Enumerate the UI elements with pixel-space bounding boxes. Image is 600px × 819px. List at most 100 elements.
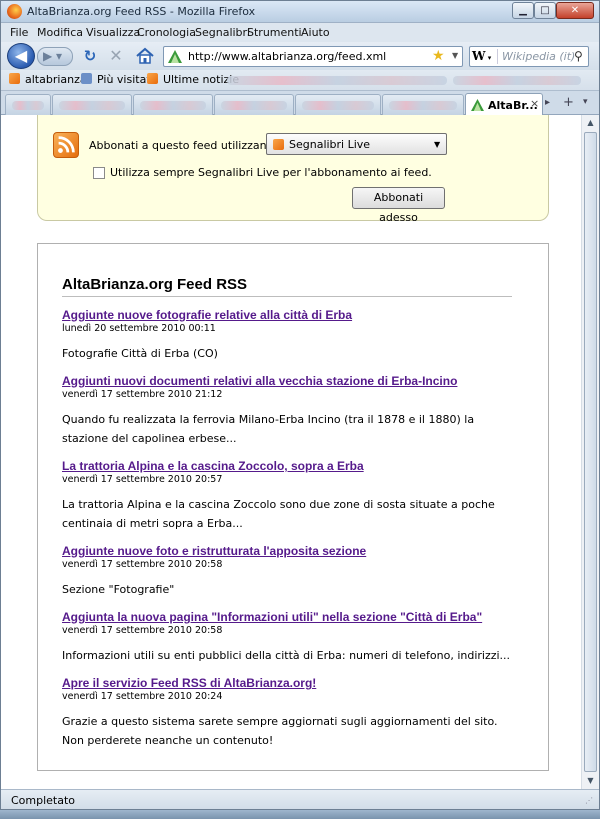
feed-entry: Aggiunte nuove foto e ristrutturata l'ap… bbox=[62, 544, 512, 599]
tab-blurred[interactable] bbox=[295, 94, 381, 115]
close-button[interactable]: ✕ bbox=[556, 2, 594, 19]
reload-button[interactable]: ↻ bbox=[81, 47, 99, 65]
entry-summary: Informazioni utili su enti pubblici dell… bbox=[62, 649, 511, 662]
scroll-up-icon[interactable]: ▲ bbox=[582, 115, 599, 131]
subscribe-panel: Abbonati a questo feed utilizzando Segna… bbox=[37, 115, 549, 224]
entry-date: venerdì 17 settembre 2010 21:12 bbox=[62, 389, 223, 400]
blurred-tab-label bbox=[221, 101, 287, 110]
feed-entry: Aggiunta la nuova pagina "Informazioni u… bbox=[62, 610, 512, 665]
always-use-checkbox[interactable] bbox=[93, 167, 105, 179]
tab-bar: AltaBr... × ▸ + ▾ bbox=[1, 91, 599, 116]
entry-title-link[interactable]: Aggiunte nuove fotografie relative alla … bbox=[62, 308, 512, 322]
status-text: Completato bbox=[11, 794, 76, 807]
bookmark-star-icon[interactable]: ★ bbox=[432, 48, 445, 64]
subscribe-method-value: Segnalibri Live bbox=[289, 138, 371, 151]
feed-entry: Apre il servizio Feed RSS di AltaBrianza… bbox=[62, 676, 512, 750]
menu-cronologia[interactable]: Cronologia bbox=[137, 26, 196, 39]
tab-blurred[interactable] bbox=[52, 94, 132, 115]
menu-aiuto[interactable]: Aiuto bbox=[301, 26, 330, 39]
maximize-icon: □ bbox=[540, 5, 550, 16]
menu-modifica[interactable]: Modifica bbox=[37, 26, 83, 39]
entry-title-link[interactable]: Aggiunte nuove foto e ristrutturata l'ap… bbox=[62, 544, 512, 558]
feed-entries: Aggiunte nuove fotografie relative alla … bbox=[62, 308, 512, 761]
menu-segnalibri[interactable]: Segnalibri bbox=[195, 26, 250, 39]
browser-window: AltaBrianza.org Feed RSS - Mozilla Firef… bbox=[0, 0, 600, 810]
blurred-bookmarks bbox=[227, 76, 447, 85]
tab-blurred[interactable] bbox=[5, 94, 51, 115]
entry-date: venerdì 17 settembre 2010 20:58 bbox=[62, 625, 223, 636]
subscribe-now-button[interactable]: Abbonati adesso bbox=[352, 187, 445, 224]
subscribe-method-select[interactable]: Segnalibri Live ▼ bbox=[266, 133, 447, 155]
tab-list-icon[interactable]: ▾ bbox=[583, 97, 588, 107]
status-bar: Completato ⋰ bbox=[1, 789, 599, 809]
feed-title: AltaBrianza.org Feed RSS bbox=[62, 276, 248, 293]
navigation-toolbar: ◀ ▶ ▾ ↻ ✕ http://www.altabrianza.org/fee… bbox=[1, 42, 599, 70]
stop-button[interactable]: ✕ bbox=[107, 47, 125, 65]
menu-file[interactable]: File bbox=[10, 26, 28, 39]
entry-date: venerdì 17 settembre 2010 20:58 bbox=[62, 559, 223, 570]
blurred-tab-label bbox=[389, 101, 457, 110]
home-button[interactable] bbox=[135, 46, 155, 66]
firefox-logo-icon bbox=[7, 4, 22, 19]
blurred-tab-label bbox=[59, 101, 125, 110]
page-content: Abbonati a questo feed utilizzando Segna… bbox=[1, 115, 581, 789]
entry-date: venerdì 17 settembre 2010 20:24 bbox=[62, 691, 223, 702]
search-bar[interactable]: W ▾ Wikipedia (it) ⚲ bbox=[469, 46, 589, 67]
menu-visualizza[interactable]: Visualizza bbox=[86, 26, 140, 39]
maximize-button[interactable]: □ bbox=[534, 2, 556, 19]
tab-active[interactable]: AltaBr... × bbox=[465, 93, 543, 116]
entry-title-link[interactable]: Aggiunta la nuova pagina "Informazioni u… bbox=[62, 610, 512, 624]
chevron-down-icon: ▼ bbox=[434, 140, 441, 149]
forward-button[interactable]: ▶ ▾ bbox=[37, 47, 73, 66]
rss-icon bbox=[147, 73, 158, 84]
close-icon: ✕ bbox=[570, 5, 580, 16]
bookmarks-toolbar: altabrianza Più visitati Ultime notizie bbox=[1, 70, 599, 91]
os-taskbar bbox=[0, 810, 600, 819]
search-magnifier-icon[interactable]: ⚲ bbox=[574, 49, 583, 63]
entry-summary: Sezione "Fotografie" bbox=[62, 583, 175, 596]
search-placeholder: Wikipedia (it) bbox=[502, 50, 576, 63]
feed-entry: La trattoria Alpina e la cascina Zoccolo… bbox=[62, 459, 512, 533]
url-bar[interactable]: http://www.altabrianza.org/feed.xml ★ ▼ bbox=[163, 46, 463, 67]
entry-summary: Grazie a questo sistema sarete sempre ag… bbox=[62, 715, 498, 747]
blurred-tab-label bbox=[12, 101, 44, 110]
menu-bar: File Modifica Visualizza Cronologia Segn… bbox=[1, 24, 599, 42]
scroll-down-icon[interactable]: ▼ bbox=[582, 773, 599, 789]
tab-scroll-right-icon[interactable]: ▸ bbox=[545, 97, 550, 108]
entry-title-link[interactable]: La trattoria Alpina e la cascina Zoccolo… bbox=[62, 459, 512, 473]
url-text: http://www.altabrianza.org/feed.xml bbox=[188, 50, 387, 63]
entry-summary: Fotografie Città di Erba (CO) bbox=[62, 347, 218, 360]
feed-entry: Aggiunte nuove fotografie relative alla … bbox=[62, 308, 512, 363]
feed-body: AltaBrianza.org Feed RSS Aggiunte nuove … bbox=[37, 243, 549, 771]
resize-grip-icon[interactable]: ⋰ bbox=[585, 796, 593, 805]
feed-entry: Aggiunti nuovi documenti relativi alla v… bbox=[62, 374, 512, 448]
tab-blurred[interactable] bbox=[382, 94, 464, 115]
wikipedia-engine-icon[interactable]: W ▾ bbox=[472, 49, 498, 64]
menu-strumenti[interactable]: Strumenti bbox=[247, 26, 302, 39]
vertical-scrollbar[interactable]: ▲ ▼ bbox=[581, 115, 599, 789]
tab-blurred[interactable] bbox=[133, 94, 213, 115]
back-button[interactable]: ◀ bbox=[7, 43, 35, 69]
new-tab-icon[interactable]: + bbox=[563, 95, 574, 110]
entry-summary: La trattoria Alpina e la cascina Zoccolo… bbox=[62, 498, 495, 530]
entry-summary: Quando fu realizzata la ferrovia Milano-… bbox=[62, 413, 475, 445]
bookmark-piu-visitati[interactable]: Più visitati bbox=[81, 73, 154, 86]
scrollbar-thumb[interactable] bbox=[584, 132, 597, 772]
entry-title-link[interactable]: Apre il servizio Feed RSS di AltaBrianza… bbox=[62, 676, 512, 690]
url-dropdown-icon[interactable]: ▼ bbox=[452, 51, 458, 60]
always-use-label: Utilizza sempre Segnalibri Live per l'ab… bbox=[110, 166, 432, 179]
blurred-tab-label bbox=[140, 101, 206, 110]
minimize-button[interactable]: ▁ bbox=[512, 2, 534, 19]
title-bar: AltaBrianza.org Feed RSS - Mozilla Firef… bbox=[1, 1, 599, 23]
bookmark-altabrianza[interactable]: altabrianza bbox=[9, 73, 87, 86]
entry-date: lunedì 20 settembre 2010 00:11 bbox=[62, 323, 216, 334]
back-arrow-icon: ◀ bbox=[14, 46, 28, 65]
tab-close-icon[interactable]: × bbox=[530, 97, 539, 110]
blurred-tab-label bbox=[302, 101, 374, 110]
stop-icon: ✕ bbox=[109, 46, 123, 65]
minimize-icon: ▁ bbox=[519, 5, 527, 16]
tab-blurred[interactable] bbox=[214, 94, 294, 115]
entry-title-link[interactable]: Aggiunti nuovi documenti relativi alla v… bbox=[62, 374, 512, 388]
window-title: AltaBrianza.org Feed RSS - Mozilla Firef… bbox=[27, 5, 256, 18]
bookmark-ultime-notizie[interactable]: Ultime notizie bbox=[147, 73, 239, 86]
